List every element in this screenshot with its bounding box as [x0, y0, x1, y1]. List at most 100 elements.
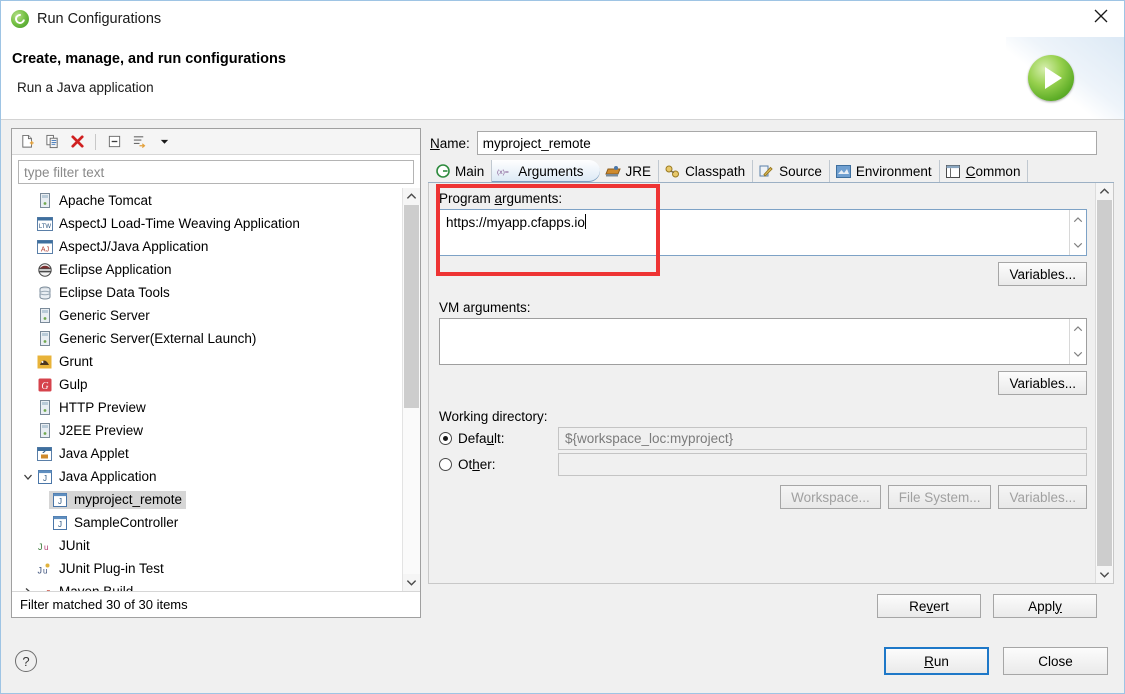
- page-title: Create, manage, and run configurations: [12, 51, 286, 67]
- tree-item-label: Eclipse Data Tools: [59, 285, 170, 300]
- svg-text:u: u: [43, 566, 47, 575]
- tree-item[interactable]: J SampleController: [12, 511, 402, 534]
- run-button[interactable]: Run: [884, 647, 989, 675]
- tree-scroll-track[interactable]: [403, 205, 420, 574]
- name-row: Name:: [428, 128, 1114, 158]
- filter-icon[interactable]: [128, 131, 150, 152]
- vm-arguments-value: [440, 319, 1069, 364]
- tree-item-label: SampleController: [74, 515, 179, 530]
- tree-item[interactable]: Ju JUnit Plug-in Test: [12, 557, 402, 580]
- tab-classpath[interactable]: Classpath: [659, 160, 754, 182]
- question-mark-icon[interactable]: ?: [15, 650, 37, 672]
- svg-text:J: J: [58, 520, 62, 529]
- tree-item[interactable]: LTW AspectJ Load-Time Weaving Application: [12, 212, 402, 235]
- working-directory-default-radio[interactable]: [439, 432, 452, 445]
- working-directory-other-input[interactable]: [558, 453, 1087, 476]
- svg-text:J: J: [43, 474, 47, 483]
- dialog-footer: ? Run Close: [1, 629, 1124, 693]
- run-configurations-dialog: Run Configurations Create, manage, and r…: [0, 0, 1125, 694]
- scroll-down-icon[interactable]: [403, 574, 420, 591]
- panel-scroll-track[interactable]: [1096, 200, 1113, 566]
- vm-arguments-variables-button[interactable]: Variables...: [998, 371, 1087, 395]
- working-directory-default-value: ${workspace_loc:myproject}: [558, 427, 1087, 450]
- filter-status-text: Filter matched 30 of 30 items: [12, 591, 420, 617]
- panel-scroll-thumb[interactable]: [1097, 200, 1112, 566]
- tree-scroll-thumb[interactable]: [404, 205, 419, 408]
- tree-item[interactable]: Eclipse Application: [12, 258, 402, 281]
- new-document-icon[interactable]: [16, 131, 38, 152]
- chevron-right-icon[interactable]: [20, 587, 36, 591]
- arguments-tab-icon: (x)=: [497, 164, 514, 179]
- tree-item[interactable]: Grunt: [12, 350, 402, 373]
- tree-item[interactable]: HTTP Preview: [12, 396, 402, 419]
- dialog-header: Create, manage, and run configurations R…: [1, 37, 1124, 120]
- program-arguments-variables-button[interactable]: Variables...: [998, 262, 1087, 286]
- tree-item[interactable]: Apache Tomcat: [12, 189, 402, 212]
- svg-text:J: J: [58, 497, 62, 506]
- common-tab-icon: [945, 164, 962, 179]
- revert-label: Revert: [909, 598, 949, 614]
- configurations-tree[interactable]: Apache Tomcat LTW AspectJ Load-Time Weavin…: [12, 188, 402, 591]
- tree-item[interactable]: Generic Server: [12, 304, 402, 327]
- tree-item[interactable]: J2EE Preview: [12, 419, 402, 442]
- tree-item[interactable]: AJ AspectJ/Java Application: [12, 235, 402, 258]
- jre-tab-icon: [605, 164, 622, 179]
- working-directory-other-label: Other:: [458, 457, 496, 472]
- spin-down-icon[interactable]: [1070, 347, 1086, 361]
- tree-item[interactable]: Generic Server(External Launch): [12, 327, 402, 350]
- program-arguments-spinner[interactable]: [1069, 210, 1086, 255]
- tree-item[interactable]: Jmyproject_remote: [12, 488, 402, 511]
- working-directory-other-row[interactable]: Other:: [439, 453, 1087, 476]
- scroll-up-icon[interactable]: [1096, 183, 1113, 200]
- tree-item[interactable]: Java Applet: [12, 442, 402, 465]
- configuration-name-input[interactable]: [476, 131, 1097, 155]
- tab-jre[interactable]: JRE: [600, 160, 660, 182]
- tab-common[interactable]: Common: [940, 160, 1029, 182]
- tab-source[interactable]: Source: [753, 160, 830, 182]
- working-directory-default-row[interactable]: Default: ${workspace_loc:myproject}: [439, 427, 1087, 450]
- tree-scrollbar[interactable]: [402, 188, 420, 591]
- tree-item[interactable]: Ju JUnit: [12, 534, 402, 557]
- close-icon[interactable]: [1078, 1, 1124, 31]
- working-directory-workspace-button: Workspace...: [780, 485, 881, 509]
- arguments-panel-scrollbar[interactable]: [1095, 183, 1113, 583]
- header-banner: [1006, 37, 1124, 120]
- search-input[interactable]: [18, 160, 414, 184]
- revert-button[interactable]: Revert: [877, 594, 981, 618]
- copy-icon[interactable]: [41, 131, 63, 152]
- program-arguments-value-wrapper: https://myapp.cfapps.io: [440, 210, 1069, 255]
- vm-arguments-spinner[interactable]: [1069, 319, 1086, 364]
- collapse-all-icon[interactable]: [103, 131, 125, 152]
- vm-arguments-input[interactable]: [439, 318, 1087, 365]
- chevron-down-icon[interactable]: [20, 472, 36, 482]
- chevron-down-icon[interactable]: [153, 131, 175, 152]
- delete-x-icon[interactable]: [66, 131, 88, 152]
- aj-icon: AJ: [36, 239, 53, 255]
- tab-main[interactable]: Main: [429, 160, 493, 182]
- arguments-tab-panel: Program arguments: https://myapp.cfapps.…: [428, 183, 1114, 584]
- configuration-tabs[interactable]: Main (x)= Arguments JRE Classpath Source Envir…: [428, 158, 1114, 183]
- spin-down-icon[interactable]: [1070, 238, 1086, 252]
- working-directory-file-system-button: File System...: [887, 485, 992, 509]
- scroll-up-icon[interactable]: [403, 188, 420, 205]
- tree-toolbar: [12, 129, 420, 155]
- close-button[interactable]: Close: [1003, 647, 1108, 675]
- tree-item[interactable]: G Gulp: [12, 373, 402, 396]
- program-arguments-input[interactable]: https://myapp.cfapps.io: [439, 209, 1087, 256]
- tab-arguments[interactable]: (x)= Arguments: [492, 160, 600, 182]
- apply-button[interactable]: Apply: [993, 594, 1097, 618]
- environment-tab-icon: [835, 164, 852, 179]
- tree-item[interactable]: Eclipse Data Tools: [12, 281, 402, 304]
- run-play-icon[interactable]: [1028, 55, 1074, 101]
- grunt-icon: [36, 354, 53, 370]
- scroll-down-icon[interactable]: [1096, 566, 1113, 583]
- working-directory-other-radio[interactable]: [439, 458, 452, 471]
- working-directory-buttons: Workspace... File System... Variables...: [439, 485, 1087, 509]
- tree-item[interactable]: m2 Maven Build: [12, 580, 402, 591]
- tab-label: Arguments: [518, 163, 584, 179]
- spin-up-icon[interactable]: [1070, 322, 1086, 336]
- tab-environment[interactable]: Environment: [830, 160, 940, 182]
- server-icon: [36, 423, 53, 439]
- spin-up-icon[interactable]: [1070, 213, 1086, 227]
- tree-item[interactable]: J Java Application: [12, 465, 402, 488]
